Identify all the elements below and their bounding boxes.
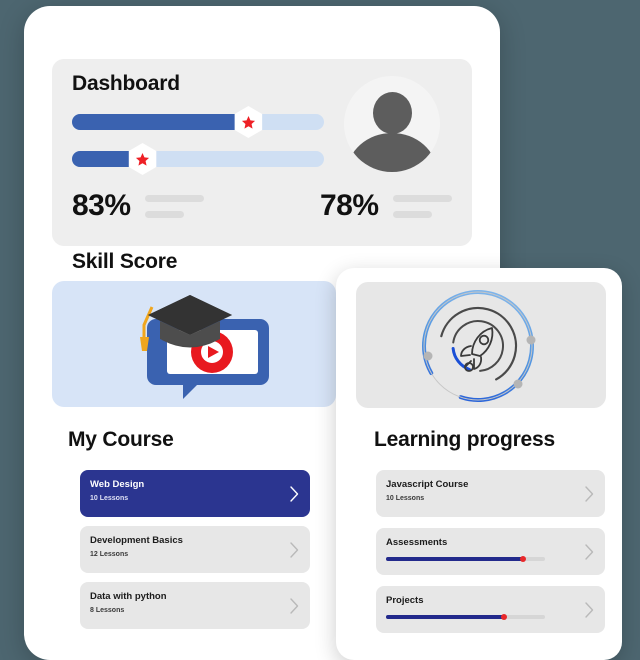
placeholder-line <box>392 194 452 202</box>
learning-progress-list: Javascript Course 10 Lessons Assessments… <box>376 470 605 644</box>
course-name: Web Design <box>90 479 145 490</box>
rocket-progress-rings-icon <box>421 290 536 402</box>
stat-completion-right: 78% <box>320 189 452 223</box>
placeholder-line <box>144 194 204 202</box>
progress-item-javascript-course[interactable]: Javascript Course 10 Lessons <box>376 470 605 517</box>
slider-two[interactable] <box>72 143 324 175</box>
progress-name: Assessments <box>386 537 448 548</box>
slider-one-handle[interactable] <box>234 106 263 138</box>
page-title: Dashboard <box>72 72 180 95</box>
progress-lessons: 10 Lessons <box>386 495 425 502</box>
video-lesson-card[interactable] <box>52 281 336 407</box>
progress-bar-projects <box>386 614 545 620</box>
progress-name: Projects <box>386 595 424 606</box>
chevron-right-icon[interactable] <box>585 485 594 502</box>
skill-score-title: Skill Score <box>72 250 178 273</box>
course-item-development-basics[interactable]: Development Basics 12 Lessons <box>80 526 310 573</box>
user-avatar-icon <box>372 92 412 134</box>
course-item-data-with-python[interactable]: Data with python 8 Lessons <box>80 582 310 629</box>
rocket-progress-card[interactable] <box>356 282 606 408</box>
placeholder-line <box>144 210 184 218</box>
my-course-title: My Course <box>68 428 174 451</box>
star-icon <box>135 152 150 166</box>
course-name: Data with python <box>90 591 167 602</box>
stat-value: 78% <box>320 189 379 222</box>
course-item-web-design[interactable]: Web Design 10 Lessons <box>80 470 310 517</box>
avatar[interactable] <box>344 76 440 172</box>
progress-item-projects[interactable]: Projects <box>376 586 605 633</box>
slider-one[interactable] <box>72 106 324 138</box>
progress-bar-fill <box>386 557 523 561</box>
stat-value: 83% <box>72 189 131 222</box>
slider-two-handle[interactable] <box>128 143 157 175</box>
course-list: Web Design 10 Lessons Development Basics… <box>80 470 310 638</box>
stat-completion-left: 83% <box>72 189 204 223</box>
course-lessons: 10 Lessons <box>90 495 129 502</box>
progress-bar-dot <box>500 614 507 620</box>
avatar-shoulders <box>347 133 437 172</box>
placeholder-line <box>392 210 432 218</box>
learning-progress-title: Learning progress <box>374 428 555 451</box>
course-lessons: 12 Lessons <box>90 551 129 558</box>
video-lesson-graduation-cap-icon <box>140 295 269 399</box>
chevron-right-icon[interactable] <box>290 541 299 558</box>
dashboard-card: Dashboard 83% 78% <box>52 59 472 246</box>
progress-bar-assessments <box>386 556 545 562</box>
course-name: Development Basics <box>90 535 183 546</box>
star-icon <box>241 115 255 129</box>
chevron-right-icon[interactable] <box>585 543 594 560</box>
stat-placeholder-lines <box>392 194 452 218</box>
progress-item-assessments[interactable]: Assessments <box>376 528 605 575</box>
progress-name: Javascript Course <box>386 479 469 490</box>
stat-placeholder-lines <box>144 194 204 218</box>
course-lessons: 8 Lessons <box>90 607 125 614</box>
chevron-right-icon[interactable] <box>585 601 594 618</box>
chevron-right-icon[interactable] <box>290 485 299 502</box>
chevron-right-icon[interactable] <box>290 597 299 614</box>
slider-one-fill <box>72 114 249 130</box>
progress-bar-fill <box>386 615 504 619</box>
progress-bar-dot <box>519 556 526 562</box>
